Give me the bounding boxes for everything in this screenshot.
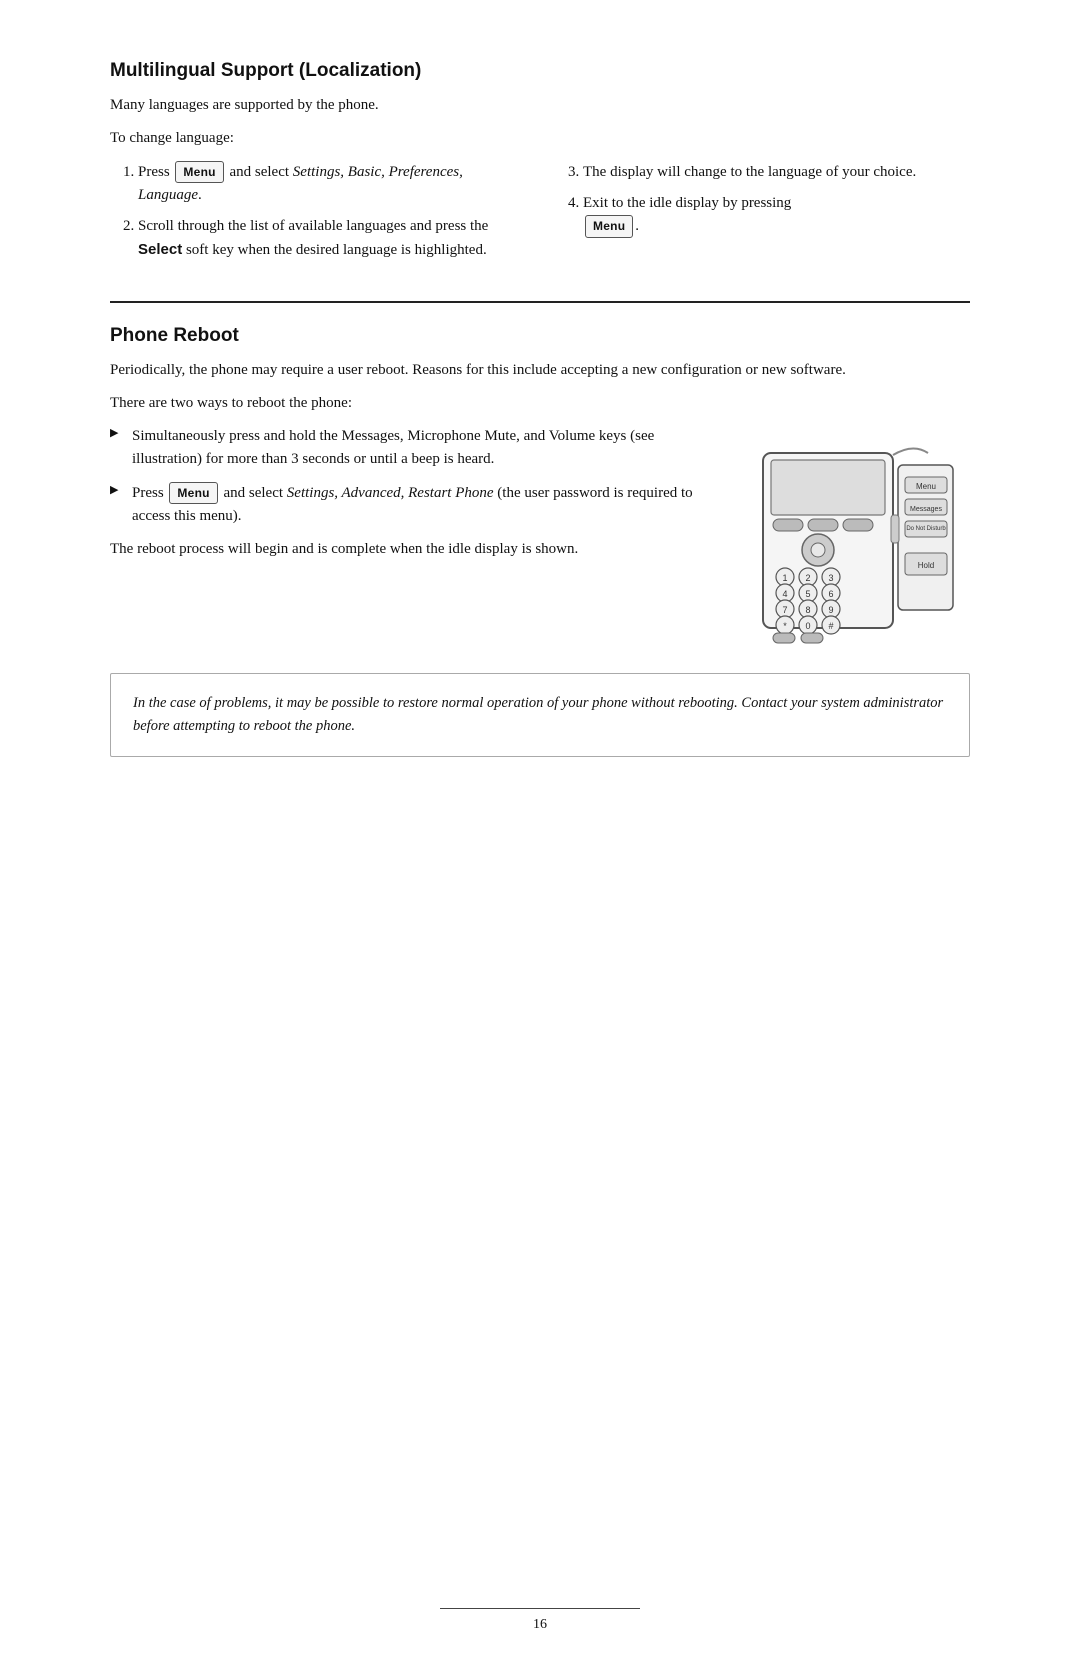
svg-text:7: 7 — [782, 605, 787, 615]
step-4: Exit to the idle display by pressing Men… — [583, 192, 970, 239]
section2-title: Phone Reboot — [110, 325, 970, 347]
svg-text:5: 5 — [805, 589, 810, 599]
section2-body: Simultaneously press and hold the Messag… — [110, 425, 970, 645]
bullet-1-text: Simultaneously press and hold the Messag… — [132, 428, 654, 467]
section2-para3: The reboot process will begin and is com… — [110, 538, 720, 561]
menu-button-3[interactable]: Menu — [169, 482, 217, 505]
section-divider — [110, 301, 970, 303]
svg-text:Menu: Menu — [915, 482, 935, 491]
step-3: The display will change to the language … — [583, 161, 970, 184]
svg-text:1: 1 — [782, 573, 787, 583]
svg-text:0: 0 — [805, 621, 810, 631]
section1-columns: Press Menu and select Settings, Basic, P… — [110, 161, 970, 273]
section1-intro2: To change language: — [110, 127, 970, 150]
section1-col-right-text: The display will change to the language … — [555, 161, 970, 249]
svg-text:#: # — [828, 621, 833, 631]
step-1: Press Menu and select Settings, Basic, P… — [138, 161, 525, 208]
section2-col-left: Simultaneously press and hold the Messag… — [110, 425, 720, 571]
page-number: 16 — [533, 1617, 547, 1633]
menu-button-1[interactable]: Menu — [175, 161, 223, 184]
svg-text:Do Not Disturb: Do Not Disturb — [906, 526, 946, 532]
section2-para1: Periodically, the phone may require a us… — [110, 359, 970, 382]
footer-divider — [440, 1608, 640, 1609]
svg-text:2: 2 — [805, 573, 810, 583]
phone-diagram-svg: 1 2 3 4 5 6 7 8 — [753, 435, 968, 645]
bullet-2: Press Menu and select Settings, Advanced… — [110, 482, 720, 529]
svg-text:Hold: Hold — [917, 561, 933, 570]
reboot-bullets: Simultaneously press and hold the Messag… — [110, 425, 720, 528]
step-2: Scroll through the list of available lan… — [138, 215, 525, 263]
page-footer: 16 — [0, 1608, 1080, 1633]
svg-text:8: 8 — [805, 605, 810, 615]
svg-text:3: 3 — [828, 573, 833, 583]
section1-col-left: Press Menu and select Settings, Basic, P… — [110, 161, 525, 273]
svg-text:6: 6 — [828, 589, 833, 599]
note-text: In the case of problems, it may be possi… — [133, 695, 943, 734]
section1-intro1: Many languages are supported by the phon… — [110, 94, 970, 117]
section2-para2: There are two ways to reboot the phone: — [110, 392, 970, 415]
section-multilingual: Multilingual Support (Localization) Many… — [110, 60, 970, 273]
select-label: Select — [138, 241, 182, 258]
note-box: In the case of problems, it may be possi… — [110, 673, 970, 757]
bullet-1: Simultaneously press and hold the Messag… — [110, 425, 720, 472]
menu-button-2[interactable]: Menu — [585, 215, 633, 238]
page-content: Multilingual Support (Localization) Many… — [110, 0, 970, 837]
svg-text:Messages: Messages — [910, 506, 942, 513]
section1-steps: Press Menu and select Settings, Basic, P… — [138, 161, 525, 263]
section1-steps-right: The display will change to the language … — [583, 161, 970, 239]
svg-text:4: 4 — [782, 589, 787, 599]
bullet2-italic: Settings, Advanced, Restart Phone — [287, 485, 494, 501]
svg-text:9: 9 — [828, 605, 833, 615]
section-phone-reboot: Phone Reboot Periodically, the phone may… — [110, 325, 970, 758]
svg-text:*: * — [783, 621, 787, 631]
phone-illustration: 1 2 3 4 5 6 7 8 — [750, 425, 970, 645]
section1-title: Multilingual Support (Localization) — [110, 60, 970, 82]
